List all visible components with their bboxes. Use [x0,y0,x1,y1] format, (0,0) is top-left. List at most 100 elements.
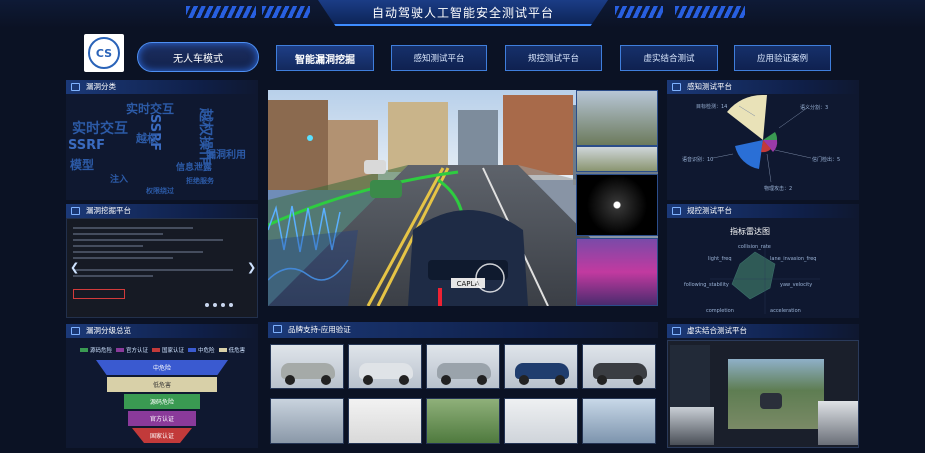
carousel-dot[interactable] [221,303,225,307]
nav-perception[interactable]: 感知测试平台 [391,45,487,71]
legend-item: 低危害 [218,346,245,354]
metric-radar-chart [710,244,820,314]
drone-image[interactable] [270,398,344,444]
planning-title: 规控测试平台 [687,206,732,215]
physical-vehicle-photo [670,407,714,445]
vehicle-image[interactable] [270,344,344,389]
carousel-dot[interactable] [205,303,209,307]
legend-item: 官方认证 [116,346,148,354]
layers-icon [273,325,282,333]
camera-thumbnail-2[interactable] [576,146,658,172]
brand-support-header: 品牌支持-应用验证 [268,322,658,338]
word: 模型 [70,158,95,172]
code-line [73,269,233,271]
code-line [73,239,223,241]
code-line [73,227,193,229]
grading-funnel: 中危险 低危害 源码危险 官方认证 国家认证 [66,358,258,448]
vuln-category-header: 漏洞分类 [66,80,258,94]
carousel-prev-icon[interactable]: ❮ [70,261,79,274]
code-line [73,233,163,235]
grading-legend: 源码危险 官方认证 国家认证 中危险 低危害 [80,346,250,354]
vuln-mining-header: 漏洞挖掘平台 [66,204,258,218]
vehicle-image[interactable] [582,344,656,389]
code-line [73,257,173,259]
vehicle-in-feed [760,393,782,409]
radar-label: light_freq [708,256,732,262]
word: 拒绝服务 [186,177,214,185]
word: 注入 [110,175,129,185]
vuln-grading-header: 漏洞分级总览 [66,324,258,338]
lidar-thumbnail[interactable] [576,174,658,236]
header-decoration-right [675,6,745,18]
layers-icon [71,207,80,215]
drone-image[interactable] [582,398,656,444]
word: SSRF [68,138,106,153]
carousel-dots[interactable] [205,303,233,307]
nav-virtual-real[interactable]: 虚实结合测试 [620,45,718,71]
funnel-level: 低危害 [107,377,217,392]
drone-image[interactable] [504,398,578,444]
nav-app-cases[interactable]: 应用验证案例 [734,45,831,71]
sensor-thumbnails [576,90,658,306]
carousel-next-icon[interactable]: ❯ [247,261,256,274]
layers-icon [672,327,681,335]
camera-thumbnail[interactable] [576,90,658,146]
vehicle-image[interactable] [426,344,500,389]
segmentation-thumbnail[interactable] [576,238,658,306]
polar-label: 信门检出：5 [812,157,841,163]
carousel-dot[interactable] [213,303,217,307]
legend-item: 国家认证 [152,346,184,354]
word: 漏洞利用 [206,150,246,161]
vehicle-image[interactable] [348,344,422,389]
virtual-real-header: 虚实结合测试平台 [667,324,859,338]
code-line [73,275,153,277]
radar-label: lane_invasion_freq [770,256,817,262]
radar-label: collision_rate [738,244,771,250]
radar-label: following_stability [684,282,729,288]
vuln-grading-title: 漏洞分级总览 [86,326,131,335]
radar-title: 指标雷达图 [730,227,770,236]
layers-icon [672,83,681,91]
legend-item: 中危险 [188,346,215,354]
header-decoration-left-2 [262,6,310,18]
vuln-wordcloud: 实时交互 SSRF 实时交互 越权操作 SSRF 越权 模型 注入 信息泄露 拒… [66,94,258,198]
funnel-level: 中危险 [96,360,228,375]
page-title: 自动驾驶人工智能安全测试平台 [371,6,554,20]
virtual-real-title: 虚实结合测试平台 [687,326,747,335]
nav-planning[interactable]: 规控测试平台 [505,45,602,71]
code-line [73,251,203,253]
word: 权限绕过 [146,187,174,195]
funnel-level: 国家认证 [132,428,192,443]
header-decoration-right-2 [615,6,663,18]
radar-label: yaw_velocity [780,282,813,288]
radar-label: completion [706,308,734,314]
word: 信息泄露 [176,163,213,173]
polar-label: 语义分割：3 [800,105,829,111]
vuln-category-title: 漏洞分类 [86,82,116,91]
code-line [73,245,143,247]
vehicle-mode-button[interactable]: 无人车模式 [137,42,259,72]
polar-label: 语音识别：10 [682,157,714,163]
nav-vuln-mining[interactable]: 智能漏洞挖掘 [276,45,374,71]
organization-logo: CS [84,34,124,72]
layers-icon [71,83,80,91]
header-decoration-left [186,6,256,18]
word: 越权 [136,132,158,145]
brand-support-title: 品牌支持-应用验证 [288,325,351,334]
drone-image[interactable] [426,398,500,444]
funnel-level: 官方认证 [128,411,196,426]
radar-label: acceleration [770,308,801,314]
carousel-dot[interactable] [229,303,233,307]
polar-label: 物理攻击：2 [764,186,793,192]
vehicle-image[interactable] [504,344,578,389]
layers-icon [672,207,681,215]
vuln-mining-title: 漏洞挖掘平台 [86,206,131,215]
logo-emblem: CS [88,37,120,69]
physical-vehicle-photo-2 [818,401,858,445]
layers-icon [71,327,80,335]
polar-label: 目标检测：14 [696,104,728,110]
perception-header: 感知测试平台 [667,80,859,94]
vuln-mining-panel: 漏洞挖掘平台 [66,204,258,218]
drone-image[interactable] [348,398,422,444]
perception-title: 感知测试平台 [687,82,732,91]
